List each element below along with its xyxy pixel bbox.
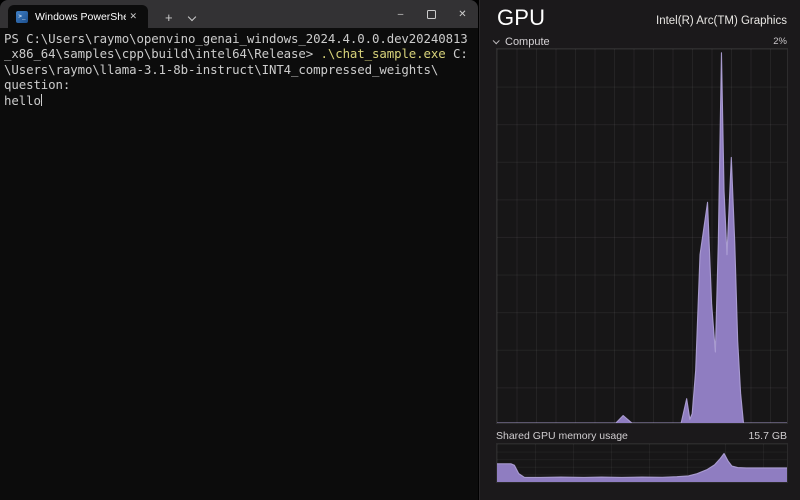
text-cursor (41, 94, 43, 106)
gpu-device-name: Intel(R) Arc(TM) Graphics (656, 15, 787, 27)
gpu-compute-chart-area (497, 49, 787, 423)
close-button[interactable]: ✕ (447, 0, 478, 28)
gpu-compute-chart (496, 48, 788, 424)
new-tab-button[interactable]: + (161, 10, 177, 25)
shared-memory-total: 15.7 GB (748, 430, 787, 442)
terminal-line: _x86_64\samples\cpp\build\intel64\Releas… (4, 46, 478, 61)
terminal-line: hello (4, 93, 478, 108)
gpu-page-title: GPU (497, 5, 545, 31)
chevron-down-icon (493, 37, 500, 44)
terminal-line: question: (4, 77, 478, 92)
tab-close-icon[interactable]: ✕ (126, 9, 140, 24)
maximize-button[interactable] (416, 0, 447, 28)
terminal-output[interactable]: PS C:\Users\raymo\openvino_genai_windows… (0, 28, 478, 108)
compute-label: Compute (505, 36, 550, 48)
tab-windows-powershell[interactable]: >_ Windows PowerShell ✕ (8, 5, 148, 28)
shared-memory-chart (496, 443, 788, 483)
minimize-button[interactable]: – (385, 0, 416, 28)
powershell-icon: >_ (16, 11, 28, 23)
terminal-line: \Users\raymo\llama-3.1-8b-instruct\INT4_… (4, 62, 478, 77)
tab-dropdown-chevron-icon[interactable] (187, 13, 195, 21)
gpu-panel: GPU Intel(R) Arc(TM) Graphics Compute 2%… (479, 0, 800, 500)
tab-title: Windows PowerShell (35, 11, 126, 23)
compute-section-header[interactable]: Compute 2% (493, 35, 787, 48)
terminal-line: PS C:\Users\raymo\openvino_genai_windows… (4, 31, 478, 46)
window-controls: – ✕ (385, 0, 478, 28)
shared-memory-chart-area (497, 444, 787, 482)
powershell-window: >_ Windows PowerShell ✕ + – ✕ PS C:\User… (0, 0, 478, 500)
compute-usage-percent: 2% (773, 36, 787, 47)
terminal-title-bar: >_ Windows PowerShell ✕ + – ✕ (0, 0, 478, 28)
shared-memory-header: Shared GPU memory usage 15.7 GB (496, 430, 787, 442)
maximize-icon (427, 10, 436, 19)
shared-memory-label: Shared GPU memory usage (496, 430, 628, 442)
